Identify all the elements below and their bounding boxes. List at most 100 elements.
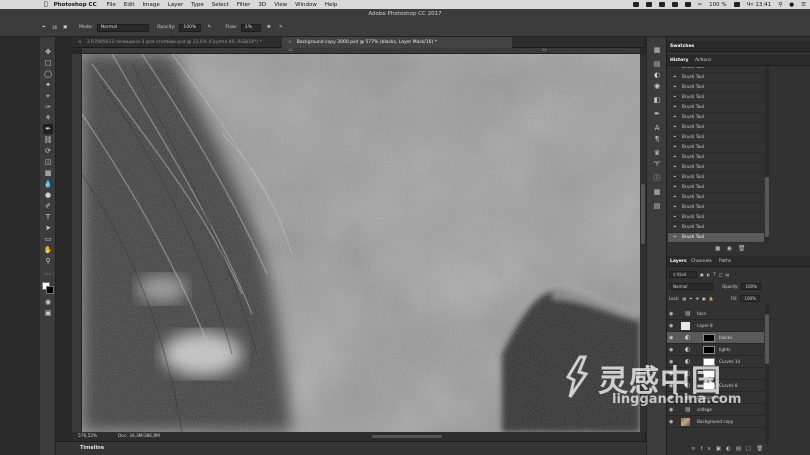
scroll-thumb[interactable]	[641, 184, 645, 244]
tab-channels[interactable]: Channels	[691, 259, 712, 264]
pen-tool-icon[interactable]: ✐	[43, 201, 53, 211]
navigator-panel-icon[interactable]: ▦	[652, 187, 662, 197]
layer-name[interactable]: Curves 8	[719, 380, 738, 392]
adjustment-layer-icon[interactable]: ◐	[685, 358, 694, 366]
history-item[interactable]: ✒ Brush Tool	[668, 83, 764, 93]
tab-document-2[interactable]: × Background copy 3000.psd @ 577% (blacks…	[282, 37, 512, 48]
trash-icon[interactable]: 🗑	[738, 245, 752, 252]
visibility-eye-icon[interactable]: ◉	[669, 416, 673, 428]
layer-mask-thumbnail[interactable]	[703, 370, 715, 378]
doc-size[interactable]: Doc: 34,3M/386,8M	[118, 434, 160, 439]
menu-filter[interactable]: Filter	[237, 2, 251, 8]
battery-icon[interactable]	[733, 2, 740, 7]
visibility-eye-icon[interactable]: ◉	[669, 344, 673, 356]
filter-smart-icon[interactable]: ▤	[726, 272, 730, 277]
adjustments-panel-icon[interactable]: ◐	[652, 70, 662, 80]
status-icon-1[interactable]	[632, 2, 639, 7]
menu-view[interactable]: View	[274, 2, 287, 8]
history-item[interactable]: ✒ Brush Tool	[668, 183, 764, 193]
canvas-horizontal-scrollbar[interactable]	[372, 435, 442, 438]
type-tool-icon[interactable]: T	[43, 212, 53, 222]
visibility-eye-icon[interactable]: ◉	[669, 404, 673, 416]
layer-name[interactable]: collage	[697, 404, 712, 416]
history-item[interactable]: ✒ Brush Tool	[668, 173, 764, 183]
screen-mode-icon[interactable]: ▣	[43, 308, 53, 318]
layer-name[interactable]: Layer 8	[697, 320, 713, 332]
history-item[interactable]: ✒ Brush Tool	[668, 123, 764, 133]
lock-move-icon[interactable]: ✥	[696, 296, 699, 301]
apple-icon[interactable]: 	[44, 1, 48, 8]
layer-mask-thumbnail[interactable]	[703, 382, 715, 390]
menu-layer[interactable]: Layer	[168, 2, 183, 8]
brush-presets-icon[interactable]: ✒	[652, 109, 662, 119]
document-canvas[interactable]	[82, 54, 640, 432]
character-panel-icon[interactable]: A	[652, 123, 662, 133]
new-layer-icon[interactable]: □	[746, 446, 756, 452]
layer-row[interactable]: ◉ ▤ collage	[667, 404, 764, 416]
trash-icon[interactable]: 🗑	[756, 446, 768, 452]
layer-opacity-field[interactable]: 100%	[741, 282, 761, 290]
kind-filter-select[interactable]: ⚲ Kind	[669, 270, 697, 278]
layer-name[interactable]: blacks	[719, 332, 732, 344]
brush-tool-preset-icon[interactable]: ✒	[40, 24, 48, 32]
gradient-tool-icon[interactable]: ▩	[43, 168, 53, 178]
layer-row[interactable]: ◉ ◐ Curves 14	[667, 356, 764, 368]
paragraph-panel-icon[interactable]: ¶	[652, 134, 662, 144]
brush-size-preview[interactable]: 16	[52, 24, 57, 32]
crop-tool-icon[interactable]: ⌖	[43, 91, 53, 101]
visibility-eye-icon[interactable]: ◉	[669, 332, 673, 344]
visibility-eye-icon[interactable]: ◉	[669, 368, 673, 380]
layer-name[interactable]: lights	[719, 344, 730, 356]
tab-layers[interactable]: Layers	[670, 259, 687, 264]
fx-icon[interactable]: fx	[701, 446, 716, 452]
layer-row[interactable]: ◉ ◐	[667, 368, 764, 380]
pressure-size-icon[interactable]: ✎	[277, 24, 285, 32]
spotlight-icon[interactable]: ⚲	[778, 2, 782, 8]
history-item[interactable]: ✒ Brush Tool	[668, 223, 764, 233]
zoom-tool-icon[interactable]: ⚲	[43, 256, 53, 266]
quick-mask-icon[interactable]: ◉	[43, 297, 53, 307]
healing-brush-tool-icon[interactable]: ⚘	[43, 113, 53, 123]
menu-select[interactable]: Select	[212, 2, 229, 8]
menu-type[interactable]: Type	[191, 2, 204, 8]
ruler-left[interactable]	[72, 54, 82, 432]
lock-artboard-icon[interactable]: ▣	[702, 296, 706, 301]
adjustment-layer-icon[interactable]: ◐	[685, 346, 694, 354]
history-item[interactable]: ✒ Brush Tool	[668, 153, 764, 163]
properties-panel-icon[interactable]: ▤	[652, 59, 662, 69]
libraries-panel-icon[interactable]: ▤	[652, 201, 662, 211]
history-item[interactable]: ✒ Brush Tool	[668, 193, 764, 203]
menu-window[interactable]: Window	[295, 2, 317, 8]
eyedropper-tool-icon[interactable]: ✑	[43, 102, 53, 112]
adjustment-layer-icon[interactable]: ◐	[685, 382, 694, 390]
info-panel-icon[interactable]: ⓘ	[652, 173, 662, 183]
close-icon[interactable]: ×	[288, 40, 292, 45]
adjustment-icon[interactable]: ◐	[726, 446, 736, 452]
scroll-thumb[interactable]	[765, 314, 769, 364]
history-item[interactable]: ✒ Brush Tool	[668, 203, 764, 213]
status-icon-2[interactable]	[645, 2, 652, 7]
tab-document-1[interactable]: × 3 R7005612-почищено-3 для стопбюк.psd @…	[72, 37, 282, 48]
layer-mask-thumbnail[interactable]	[703, 334, 715, 342]
history-item[interactable]: ✒ Brush Tool	[668, 113, 764, 123]
filter-shape-icon[interactable]: □	[719, 272, 723, 277]
menu-3d[interactable]: 3D	[258, 2, 266, 8]
lock-paint-icon[interactable]: ✒	[689, 296, 692, 301]
timeline-label[interactable]: Timeline	[80, 445, 104, 451]
brush-panel-icon[interactable]: ▣	[61, 24, 69, 32]
layer-row[interactable]: ◉ ◐ Curves 8	[667, 380, 764, 392]
menu-help[interactable]: Help	[325, 2, 338, 8]
hand-tool-icon[interactable]: ✋	[43, 245, 53, 255]
clone-stamp-tool-icon[interactable]: ⛓	[43, 135, 53, 145]
visibility-eye-icon[interactable]: ◉	[669, 320, 673, 332]
visibility-eye-icon[interactable]: ◉	[669, 380, 673, 392]
shape-tool-icon[interactable]: ▭	[43, 234, 53, 244]
battery-text[interactable]: 100 %	[709, 2, 726, 8]
clone-source-icon[interactable]: ♛	[652, 148, 662, 158]
layer-row[interactable]: ◉ ▤ face	[667, 308, 764, 320]
layer-thumbnail[interactable]	[681, 322, 690, 330]
history-item[interactable]: ✒ Brush Tool	[668, 213, 764, 223]
status-icon-3[interactable]	[658, 2, 665, 7]
layer-name[interactable]: Curves 14	[719, 356, 740, 368]
mask-icon[interactable]: ▣	[716, 446, 726, 452]
